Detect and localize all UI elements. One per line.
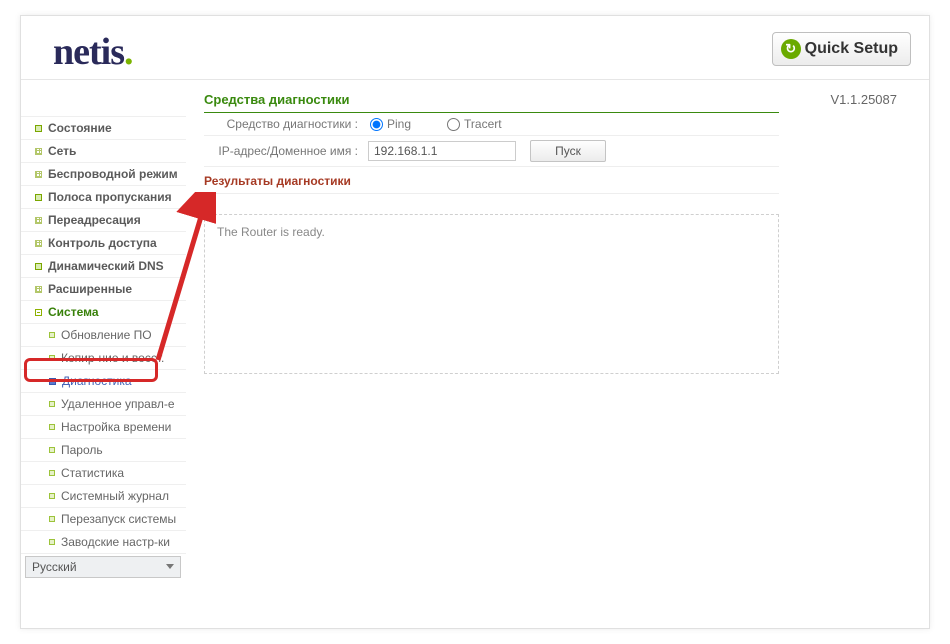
sidebar-sub-diagnostics[interactable]: Диагностика: [21, 370, 186, 393]
sidebar-item-label: Статистика: [61, 465, 124, 481]
logo-dot-icon: .: [124, 31, 133, 73]
grid-icon: [35, 148, 42, 155]
sidebar-item-label: Диагностика: [62, 373, 132, 389]
sidebar-item-network[interactable]: Сеть: [21, 140, 186, 163]
refresh-circle-icon: ↻: [781, 39, 801, 59]
result-title: Результаты диагностики: [204, 169, 779, 194]
sidebar-item-label: Обновление ПО: [61, 327, 152, 343]
square-icon: [49, 355, 55, 361]
sidebar-sub-remote[interactable]: Удаленное управл-е: [21, 393, 186, 416]
language-value: Русский: [32, 560, 77, 574]
logo-text: netis: [53, 31, 124, 73]
sidebar-item-ddns[interactable]: Динамический DNS: [21, 255, 186, 278]
grid-icon: [35, 171, 42, 178]
radio-tracert-label: Tracert: [464, 117, 502, 131]
sidebar-item-label: Расширенные: [48, 281, 132, 297]
plus-icon: [35, 194, 42, 201]
sidebar-sub-syslog[interactable]: Системный журнал: [21, 485, 186, 508]
square-icon: [49, 493, 55, 499]
row-tool: Средство диагностики : Ping Tracert: [204, 113, 779, 136]
sidebar-item-system[interactable]: Система: [21, 301, 186, 324]
sidebar-item-label: Контроль доступа: [48, 235, 157, 251]
sidebar-sub-firmware[interactable]: Обновление ПО: [21, 324, 186, 347]
plus-icon: [35, 263, 42, 270]
sidebar-item-status[interactable]: Состояние: [21, 116, 186, 140]
ip-input[interactable]: [368, 141, 516, 161]
square-filled-icon: [49, 378, 56, 385]
row-ip: IP-адрес/Доменное имя : Пуск: [204, 136, 779, 167]
radio-ping-input[interactable]: [370, 118, 383, 131]
square-icon: [49, 516, 55, 522]
sidebar-item-label: Система: [48, 304, 99, 320]
main-content: Средства диагностики Средство диагностик…: [186, 80, 929, 628]
sidebar-item-label: Перезапуск системы: [61, 511, 176, 527]
sidebar-item-label: Переадресация: [48, 212, 141, 228]
grid-icon: [35, 286, 42, 293]
quick-setup-button[interactable]: ↻ Quick Setup: [772, 32, 911, 66]
language-select[interactable]: Русский: [25, 556, 181, 578]
logo: netis.: [53, 30, 133, 74]
plus-icon: [35, 125, 42, 132]
section-title: Средства диагностики: [204, 88, 779, 113]
result-text: The Router is ready.: [217, 225, 325, 239]
sidebar-sub-factory[interactable]: Заводские настр-ки: [21, 531, 186, 554]
radio-ping-label: Ping: [387, 117, 411, 131]
grid-icon: [35, 217, 42, 224]
sidebar-item-label: Беспроводной режим: [48, 166, 178, 182]
sidebar-item-label: Системный журнал: [61, 488, 169, 504]
start-button[interactable]: Пуск: [530, 140, 606, 162]
square-icon: [49, 470, 55, 476]
sidebar-item-label: Копир-ние и восст.: [61, 350, 164, 366]
sidebar-item-label: Полоса пропускания: [48, 189, 172, 205]
square-icon: [49, 332, 55, 338]
result-box: The Router is ready.: [204, 214, 779, 374]
tool-label: Средство диагностики :: [204, 117, 364, 131]
sidebar-sub-password[interactable]: Пароль: [21, 439, 186, 462]
square-icon: [49, 401, 55, 407]
sidebar-item-forwarding[interactable]: Переадресация: [21, 209, 186, 232]
sidebar-item-label: Настройка времени: [61, 419, 171, 435]
square-icon: [49, 447, 55, 453]
sidebar-item-label: Сеть: [48, 143, 76, 159]
radio-tracert-input[interactable]: [447, 118, 460, 131]
sidebar-item-advanced[interactable]: Расширенные: [21, 278, 186, 301]
ip-label: IP-адрес/Доменное имя :: [204, 144, 364, 158]
sidebar: Состояние Сеть Беспроводной режим Полоса…: [21, 80, 186, 628]
radio-ping[interactable]: Ping: [370, 117, 411, 131]
sidebar-sub-statistics[interactable]: Статистика: [21, 462, 186, 485]
square-icon: [49, 539, 55, 545]
quick-setup-label: Quick Setup: [805, 40, 898, 58]
sidebar-item-label: Состояние: [48, 120, 112, 136]
sidebar-item-label: Заводские настр-ки: [61, 534, 170, 550]
sidebar-item-label: Динамический DNS: [48, 258, 164, 274]
sidebar-item-access-control[interactable]: Контроль доступа: [21, 232, 186, 255]
minus-icon: [35, 309, 42, 316]
sidebar-item-label: Удаленное управл-е: [61, 396, 175, 412]
grid-icon: [35, 240, 42, 247]
sidebar-item-wireless[interactable]: Беспроводной режим: [21, 163, 186, 186]
chevron-down-icon: [166, 564, 174, 569]
header: netis. ↻ Quick Setup: [21, 16, 929, 80]
sidebar-item-bandwidth[interactable]: Полоса пропускания: [21, 186, 186, 209]
sidebar-sub-time[interactable]: Настройка времени: [21, 416, 186, 439]
sidebar-item-label: Пароль: [61, 442, 103, 458]
radio-tracert[interactable]: Tracert: [447, 117, 502, 131]
sidebar-sub-backup[interactable]: Копир-ние и восст.: [21, 347, 186, 370]
square-icon: [49, 424, 55, 430]
sidebar-sub-reboot[interactable]: Перезапуск системы: [21, 508, 186, 531]
